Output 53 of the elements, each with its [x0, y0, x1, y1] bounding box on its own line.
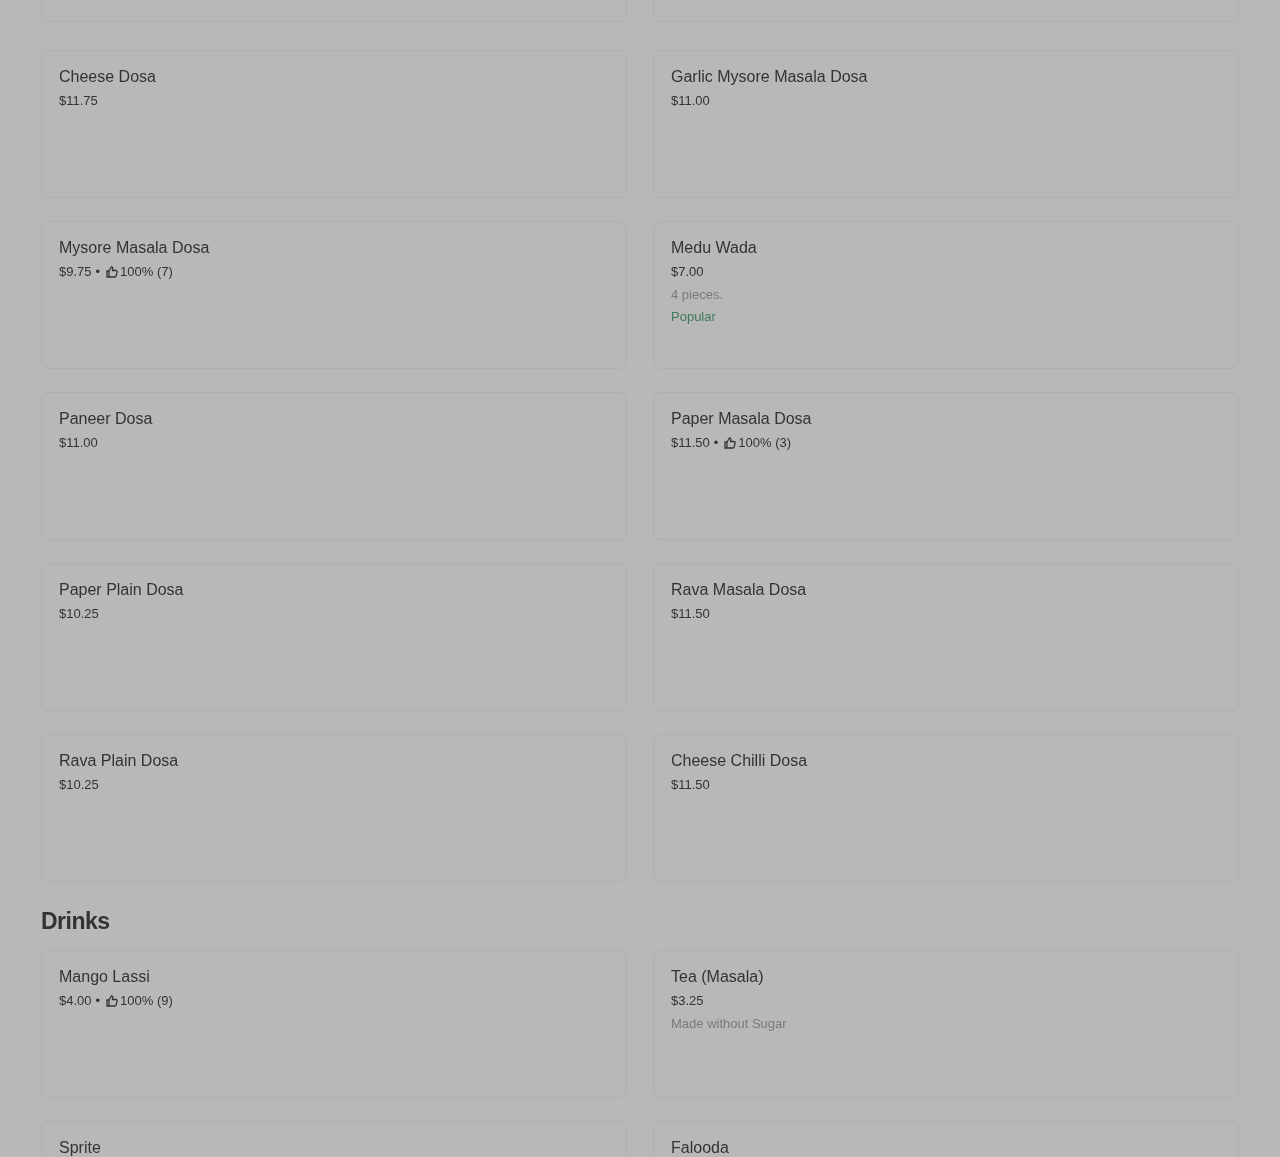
item-description: Made without Sugar	[671, 1014, 787, 1033]
menu-item-card[interactable]: Rava Plain Dosa $10.25	[41, 734, 627, 882]
item-name: Paneer Dosa	[59, 409, 153, 429]
item-name: Falooda	[671, 1137, 729, 1157]
item-rating: 100% (3)	[738, 434, 792, 452]
item-name: Garlic Mysore Masala Dosa	[671, 67, 868, 87]
item-name: Rava Masala Dosa	[671, 580, 807, 600]
menu-item-card[interactable]: Cheese Dosa $11.75	[41, 50, 627, 198]
item-rating: 100% (9)	[120, 991, 173, 1010]
item-name: Rava Plain Dosa	[59, 751, 179, 771]
item-price: $3.25	[671, 991, 704, 1010]
menu-item-card[interactable]: Paper Masala Dosa $11.50 • 100% (3)	[653, 392, 1239, 540]
item-name: Cheese Dosa	[59, 67, 156, 87]
separator-dot: •	[95, 991, 101, 1010]
menu-item-card[interactable]: Sprite	[41, 1120, 627, 1157]
thumbs-up-icon	[106, 266, 119, 278]
item-price: $10.25	[59, 776, 99, 794]
item-price: $11.50	[671, 605, 710, 623]
item-name: Sprite	[59, 1137, 101, 1157]
item-price: $11.75	[59, 92, 98, 110]
menu-item-card[interactable]: Paneer Dosa $11.00	[41, 392, 627, 540]
menu-item-card[interactable]: Mysore Masala Dosa $9.75 • 100% (7)	[41, 221, 627, 369]
item-name: Tea (Masala)	[671, 966, 764, 987]
thumbs-up-icon	[106, 994, 119, 1007]
menu-item-card[interactable]: Tea (Masala) $3.25 Made without Sugar	[653, 949, 1239, 1098]
item-price: $11.50	[671, 434, 710, 452]
popular-label: Popular	[671, 308, 716, 326]
item-price: $9.75	[59, 263, 92, 281]
item-price: $4.00	[59, 991, 92, 1010]
item-description: 4 pieces.	[671, 286, 724, 304]
item-name: Paper Plain Dosa	[59, 580, 184, 600]
item-price: $11.00	[671, 92, 710, 110]
section-heading: Drinks	[41, 907, 111, 936]
menu-item-card[interactable]: Mango Lassi $4.00 • 100% (9)	[41, 949, 627, 1098]
item-rating: 100% (7)	[120, 263, 173, 281]
menu-item-card[interactable]: Falooda	[653, 1120, 1239, 1157]
item-name: Mango Lassi	[59, 966, 150, 987]
item-price: $10.25	[59, 605, 99, 623]
item-price: $11.50	[671, 776, 710, 794]
item-name: Mysore Masala Dosa	[59, 238, 210, 258]
menu-item-card[interactable]: Garlic Mysore Masala Dosa $11.00	[653, 50, 1239, 198]
separator-dot: •	[95, 263, 101, 281]
item-name: Cheese Chilli Dosa	[671, 751, 808, 771]
item-name: Medu Wada	[671, 238, 757, 258]
menu-item-card[interactable]: Paper Plain Dosa $10.25	[41, 563, 627, 711]
menu-item-card[interactable]: Rava Masala Dosa $11.50	[653, 563, 1239, 711]
menu-item-card[interactable]: Medu Wada $7.00 4 pieces. Popular	[653, 221, 1239, 369]
menu-item-card[interactable]: Cheese Chilli Dosa $11.50	[653, 734, 1239, 882]
separator-dot: •	[713, 434, 719, 452]
thumbs-up-icon	[724, 437, 737, 449]
item-price: $11.00	[59, 434, 98, 452]
item-price: $7.00	[671, 263, 704, 281]
item-name: Paper Masala Dosa	[671, 409, 812, 429]
